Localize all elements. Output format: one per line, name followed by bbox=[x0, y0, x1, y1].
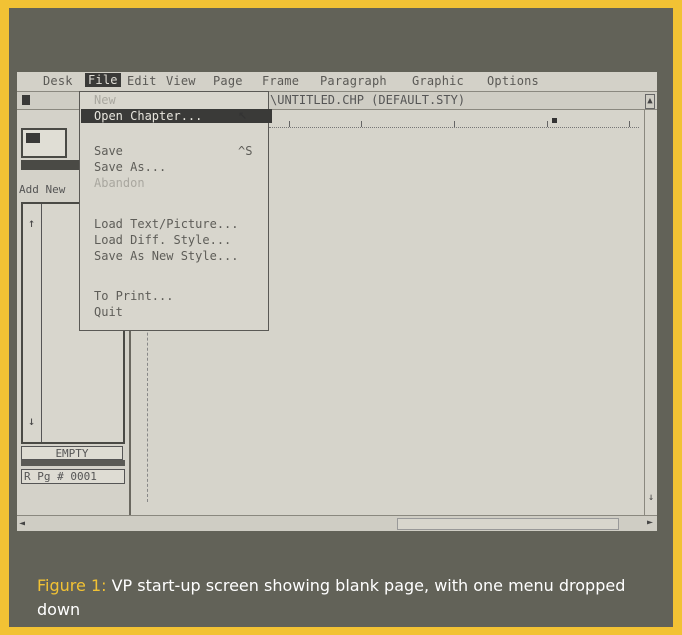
arrow-down-icon[interactable]: ↓ bbox=[28, 414, 35, 428]
menu-paragraph[interactable]: Paragraph bbox=[320, 74, 387, 88]
mouse-pointer-icon: ↖ bbox=[238, 105, 248, 123]
scroll-left-arrow-icon[interactable]: ◄ bbox=[19, 518, 25, 529]
menu-item-quit[interactable]: Quit bbox=[94, 305, 123, 319]
horizontal-ruler bbox=[269, 111, 639, 128]
ruler-tick bbox=[289, 121, 290, 127]
horizontal-scrollbar[interactable]: ◄ ► bbox=[17, 515, 657, 531]
figure-label: Figure 1: bbox=[37, 576, 107, 595]
close-box-icon[interactable] bbox=[22, 95, 30, 105]
vertical-scrollbar[interactable] bbox=[644, 109, 655, 516]
figure-caption-text: VP start-up screen showing blank page, w… bbox=[37, 576, 626, 619]
status-divider bbox=[21, 460, 125, 466]
page-number-indicator: R Pg # 0001 bbox=[21, 469, 125, 484]
window-title: \UNTITLED.CHP (DEFAULT.STY) bbox=[270, 93, 466, 107]
menu-item-save[interactable]: Save bbox=[94, 144, 123, 158]
menu-item-abandon[interactable]: Abandon bbox=[94, 176, 145, 190]
menu-frame[interactable]: Frame bbox=[262, 74, 299, 88]
menu-graphic[interactable]: Graphic bbox=[412, 74, 464, 88]
scroll-right-arrow-icon[interactable]: ► bbox=[647, 517, 653, 528]
ruler-tick bbox=[629, 121, 630, 127]
scroll-down-arrow-icon[interactable]: ↓ bbox=[648, 492, 654, 503]
menu-item-save-as[interactable]: Save As... bbox=[94, 160, 166, 174]
save-shortcut: ^S bbox=[238, 144, 253, 158]
menu-bar: Desk File Edit View Page Frame Paragraph… bbox=[17, 72, 657, 92]
ruler-marker bbox=[552, 118, 557, 123]
figure-caption: Figure 1: VP start-up screen showing bla… bbox=[37, 574, 657, 622]
ruler-tick bbox=[454, 121, 455, 127]
mode-selector[interactable] bbox=[21, 128, 67, 158]
frame-mode-icon[interactable] bbox=[26, 133, 40, 143]
menu-desk[interactable]: Desk bbox=[43, 74, 73, 88]
menu-file[interactable]: File bbox=[85, 73, 121, 87]
add-new-button[interactable]: Add New bbox=[19, 183, 65, 196]
file-menu-dropdown: New Open Chapter... ↖ Save ^S Save As...… bbox=[79, 91, 272, 331]
scroll-up-arrow-icon[interactable]: ▲ bbox=[645, 94, 655, 109]
menu-item-new[interactable]: New bbox=[94, 93, 116, 107]
horizontal-scroll-thumb[interactable] bbox=[397, 518, 619, 530]
menu-page[interactable]: Page bbox=[213, 74, 243, 88]
ruler-tick bbox=[361, 121, 362, 127]
list-scrollbar[interactable]: ↑ ↓ bbox=[23, 204, 42, 442]
current-selection-status: EMPTY bbox=[21, 446, 123, 460]
menu-item-load-text-picture[interactable]: Load Text/Picture... bbox=[94, 217, 239, 231]
ruler-tick bbox=[547, 121, 548, 127]
menu-view[interactable]: View bbox=[166, 74, 196, 88]
menu-item-save-as-new-style[interactable]: Save As New Style... bbox=[94, 249, 239, 263]
vp-screen: Desk File Edit View Page Frame Paragraph… bbox=[17, 72, 657, 531]
arrow-up-icon[interactable]: ↑ bbox=[28, 216, 35, 230]
menu-edit[interactable]: Edit bbox=[127, 74, 157, 88]
menu-item-load-diff-style[interactable]: Load Diff. Style... bbox=[94, 233, 231, 247]
menu-options[interactable]: Options bbox=[487, 74, 539, 88]
menu-item-to-print[interactable]: To Print... bbox=[94, 289, 173, 303]
